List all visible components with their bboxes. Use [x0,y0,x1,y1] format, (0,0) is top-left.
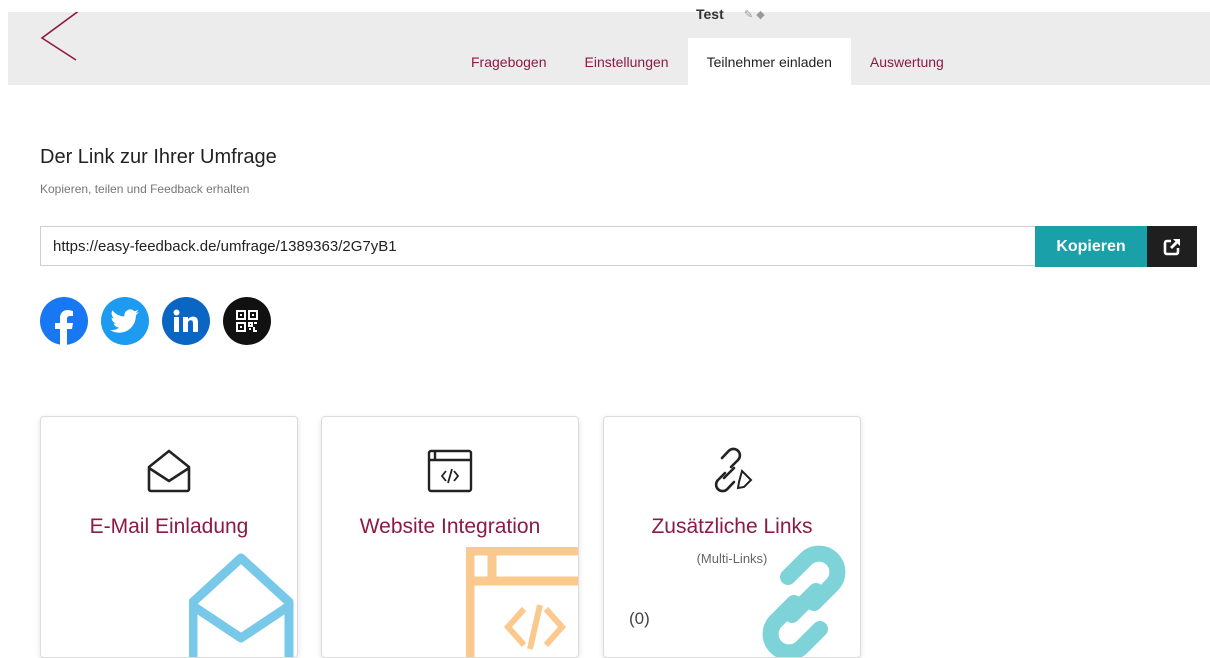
external-link-icon [1163,238,1180,255]
envelope-open-icon [41,447,297,495]
twitter-icon[interactable] [101,297,149,345]
code-window-icon [322,447,578,495]
copy-button[interactable]: Kopieren [1035,226,1147,267]
open-external-button[interactable] [1147,226,1197,267]
website-integration-card[interactable]: Website Integration [321,416,579,658]
survey-title: Test [696,6,724,22]
additional-links-card[interactable]: Zusätzliche Links (Multi-Links) (0) [603,416,861,658]
tab-teilnehmer-einladen[interactable]: Teilnehmer einladen [687,38,851,85]
linkedin-icon[interactable] [162,297,210,345]
tab-bar: Fragebogen Einstellungen Teilnehmer einl… [452,38,963,85]
email-invitation-card[interactable]: E-Mail Einladung [40,416,298,658]
edit-tag-icons[interactable]: ✎ ◆ [744,8,765,21]
tab-einstellungen[interactable]: Einstellungen [566,38,688,85]
survey-link-field[interactable]: https://easy-feedback.de/umfrage/1389363… [40,226,1035,266]
qr-code-icon[interactable] [223,297,271,345]
section-subtitle: Kopieren, teilen und Feedback erhalten [40,182,250,196]
tab-auswertung[interactable]: Auswertung [851,38,963,85]
code-window-background-icon [465,546,578,657]
card-sublabel: (Multi-Links) [696,551,768,566]
card-label: Zusätzliche Links [651,515,813,538]
link-icon [604,447,860,495]
tab-fragebogen[interactable]: Fragebogen [452,38,566,85]
envelope-background-icon [188,552,297,657]
header-bar: Test ✎ ◆ Fragebogen Einstellungen Teilne… [8,6,1210,85]
card-label: E-Mail Einladung [89,515,249,538]
facebook-icon[interactable] [40,297,88,345]
section-title: Der Link zur Ihrer Umfrage [40,146,277,168]
links-count: (0) [629,609,650,628]
back-chevron-icon[interactable] [38,9,88,68]
card-label: Website Integration [359,515,541,538]
